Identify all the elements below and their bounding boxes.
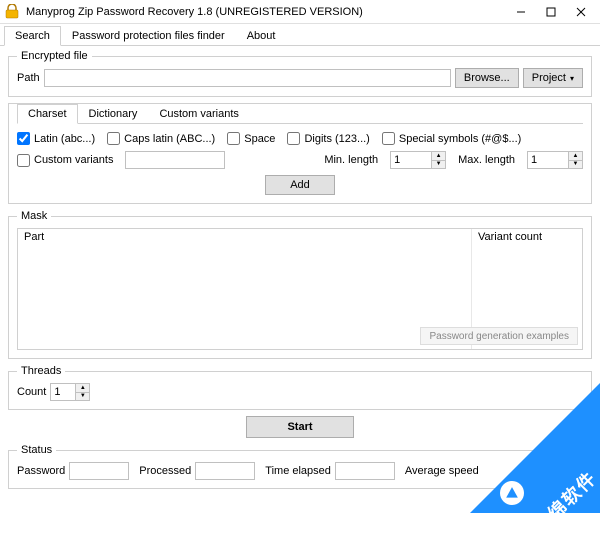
maximize-button[interactable] bbox=[536, 2, 566, 22]
count-spinner[interactable]: ▲▼ bbox=[50, 383, 90, 401]
content-area: Encrypted file Path Browse... Project▾ C… bbox=[0, 46, 600, 513]
status-group: Status Password Processed Time elapsed A… bbox=[8, 444, 592, 489]
spin-down-icon[interactable]: ▼ bbox=[76, 393, 89, 401]
subtab-dictionary[interactable]: Dictionary bbox=[78, 104, 149, 123]
encrypted-file-legend: Encrypted file bbox=[17, 50, 92, 62]
register-link[interactable]: Regis bbox=[556, 497, 584, 509]
window-title: Manyprog Zip Password Recovery 1.8 (UNRE… bbox=[26, 6, 506, 18]
charset-group: Charset Dictionary Custom variants Latin… bbox=[8, 103, 592, 204]
status-avg-speed-label: Average speed bbox=[405, 465, 479, 477]
app-icon bbox=[4, 4, 20, 20]
custom-variants-input[interactable] bbox=[125, 151, 225, 169]
count-label: Count bbox=[17, 386, 46, 398]
check-custom-variants[interactable]: Custom variants bbox=[17, 154, 113, 167]
path-input[interactable] bbox=[44, 69, 451, 87]
custom-length-row: Custom variants Min. length ▲▼ Max. leng… bbox=[17, 151, 583, 169]
subtab-charset[interactable]: Charset bbox=[17, 104, 78, 124]
threads-legend: Threads bbox=[17, 365, 65, 377]
spin-up-icon[interactable]: ▲ bbox=[76, 384, 89, 393]
browse-button[interactable]: Browse... bbox=[455, 68, 519, 88]
min-length-label: Min. length bbox=[324, 154, 378, 166]
status-elapsed-value bbox=[335, 462, 395, 480]
status-elapsed-label: Time elapsed bbox=[265, 465, 331, 477]
spin-up-icon[interactable]: ▲ bbox=[569, 152, 582, 161]
check-latin[interactable]: Latin (abc...) bbox=[17, 132, 95, 145]
path-label: Path bbox=[17, 72, 40, 84]
spin-down-icon[interactable]: ▼ bbox=[569, 161, 582, 169]
status-processed-label: Processed bbox=[139, 465, 191, 477]
check-special[interactable]: Special symbols (#@$...) bbox=[382, 132, 521, 145]
subtab-custom-variants[interactable]: Custom variants bbox=[148, 104, 249, 123]
title-bar: Manyprog Zip Password Recovery 1.8 (UNRE… bbox=[0, 0, 600, 24]
main-tab-bar: Search Password protection files finder … bbox=[0, 24, 600, 46]
check-digits[interactable]: Digits (123...) bbox=[287, 132, 369, 145]
close-button[interactable] bbox=[566, 2, 596, 22]
encrypted-file-group: Encrypted file Path Browse... Project▾ bbox=[8, 50, 592, 97]
max-length-label: Max. length bbox=[458, 154, 515, 166]
min-length-spinner[interactable]: ▲▼ bbox=[390, 151, 446, 169]
add-button[interactable]: Add bbox=[265, 175, 335, 195]
check-space[interactable]: Space bbox=[227, 132, 275, 145]
spin-down-icon[interactable]: ▼ bbox=[432, 161, 445, 169]
mask-list[interactable]: Part Variant count Password generation e… bbox=[17, 228, 583, 350]
status-processed-value bbox=[195, 462, 255, 480]
mask-col-part: Part bbox=[18, 229, 472, 349]
tab-search[interactable]: Search bbox=[4, 26, 61, 46]
chevron-down-icon: ▾ bbox=[570, 74, 574, 83]
status-password-label: Password bbox=[17, 465, 65, 477]
password-examples-button[interactable]: Password generation examples bbox=[420, 327, 578, 345]
status-legend: Status bbox=[17, 444, 56, 456]
charset-options-row: Latin (abc...) Caps latin (ABC...) Space… bbox=[17, 132, 583, 145]
mask-legend: Mask bbox=[17, 210, 51, 222]
max-length-spinner[interactable]: ▲▼ bbox=[527, 151, 583, 169]
spin-up-icon[interactable]: ▲ bbox=[432, 152, 445, 161]
threads-group: Threads Count ▲▼ bbox=[8, 365, 592, 410]
start-button[interactable]: Start bbox=[246, 416, 353, 438]
status-password-value bbox=[69, 462, 129, 480]
project-button[interactable]: Project▾ bbox=[523, 68, 583, 88]
window-controls bbox=[506, 2, 596, 22]
check-caps-latin[interactable]: Caps latin (ABC...) bbox=[107, 132, 215, 145]
register-link-area: Regis bbox=[8, 495, 592, 509]
tab-finder[interactable]: Password protection files finder bbox=[61, 26, 236, 45]
charset-tab-bar: Charset Dictionary Custom variants bbox=[17, 104, 583, 124]
tab-about[interactable]: About bbox=[236, 26, 287, 45]
mask-group: Mask Part Variant count Password generat… bbox=[8, 210, 592, 359]
minimize-button[interactable] bbox=[506, 2, 536, 22]
